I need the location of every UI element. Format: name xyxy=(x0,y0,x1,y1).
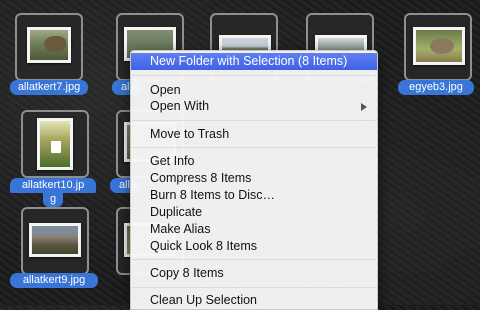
menu-item-move-to-trash[interactable]: Move to Trash xyxy=(131,126,377,143)
file-label-egyeb3[interactable]: egyeb3.jpg xyxy=(398,80,474,95)
file-icon-allatkert9[interactable] xyxy=(21,207,89,275)
image-thumbnail xyxy=(27,27,71,63)
menu-separator xyxy=(132,287,376,288)
file-label-allatkert10-line2[interactable]: g xyxy=(43,192,63,207)
file-icon-allatkert10[interactable] xyxy=(21,110,89,178)
file-label-allatkert10-line1[interactable]: allatkert10.jp xyxy=(10,178,96,193)
menu-item-get-info[interactable]: Get Info xyxy=(131,153,377,170)
context-menu: New Folder with Selection (8 Items) Open… xyxy=(130,50,378,310)
menu-item-make-alias[interactable]: Make Alias xyxy=(131,221,377,238)
menu-separator xyxy=(132,120,376,121)
desktop[interactable]: allatkert7.jpg alla egyeb3.jpg allatkert… xyxy=(0,0,480,310)
menu-item-quick-look[interactable]: Quick Look 8 Items xyxy=(131,238,377,255)
image-thumbnail xyxy=(37,118,73,170)
menu-item-open[interactable]: Open xyxy=(131,82,377,99)
menu-item-open-with[interactable]: Open With xyxy=(131,98,377,115)
file-icon-allatkert7[interactable] xyxy=(15,13,83,81)
image-thumbnail xyxy=(413,27,465,65)
menu-separator xyxy=(132,259,376,260)
menu-separator xyxy=(132,75,376,76)
menu-item-open-with-label: Open With xyxy=(150,99,210,113)
menu-separator xyxy=(132,147,376,148)
file-label-allatkert7[interactable]: allatkert7.jpg xyxy=(10,80,88,95)
menu-item-copy[interactable]: Copy 8 Items xyxy=(131,265,377,282)
menu-item-new-folder-with-selection[interactable]: New Folder with Selection (8 Items) xyxy=(131,53,377,70)
triangle-right-icon xyxy=(361,103,367,111)
file-label-allatkert9[interactable]: allatkert9.jpg xyxy=(10,273,98,288)
menu-item-compress[interactable]: Compress 8 Items xyxy=(131,170,377,187)
file-icon-egyeb3[interactable] xyxy=(404,13,472,81)
menu-item-duplicate[interactable]: Duplicate xyxy=(131,204,377,221)
image-thumbnail xyxy=(29,223,81,257)
menu-item-clean-up-selection[interactable]: Clean Up Selection xyxy=(131,292,377,309)
menu-item-burn-to-disc[interactable]: Burn 8 Items to Disc… xyxy=(131,187,377,204)
